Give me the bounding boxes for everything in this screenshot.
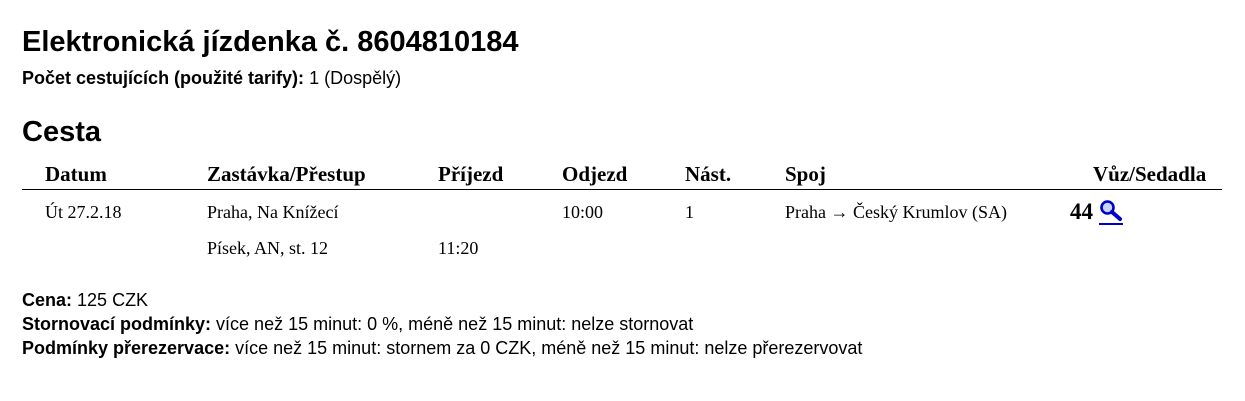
journey-table: Datum Zastávka/Přestup Příjezd Odjezd Ná… bbox=[22, 160, 1222, 266]
column-header-date: Datum bbox=[22, 160, 207, 190]
row-stop: Praha, Na Knížecí bbox=[207, 201, 339, 222]
row-platform: 1 bbox=[685, 201, 694, 222]
cancellation-value: více než 15 minut: 0 %, méně než 15 minu… bbox=[216, 314, 694, 334]
row-departure bbox=[562, 230, 685, 266]
price-value: 125 CZK bbox=[77, 290, 149, 310]
magnifier-icon[interactable] bbox=[1099, 199, 1123, 225]
column-header-arrival: Příjezd bbox=[438, 160, 562, 190]
journey-heading: Cesta bbox=[22, 116, 101, 148]
cancellation-line: Stornovací podmínky: více než 15 minut: … bbox=[22, 312, 862, 336]
row-connection bbox=[785, 230, 1070, 266]
price-line: Cena: 125 CZK bbox=[22, 288, 862, 312]
passenger-count-value: 1 (Dospělý) bbox=[309, 68, 402, 88]
cancellation-label: Stornovací podmínky: bbox=[22, 314, 212, 334]
passenger-count-label: Počet cestujících (použité tarify): bbox=[22, 68, 305, 88]
row-date bbox=[22, 230, 207, 266]
table-row: Út 27.2.18 Praha, Na Knížecí 10:00 1 Pra… bbox=[22, 190, 1222, 231]
row-seats: 44 bbox=[1070, 190, 1222, 231]
row-stop: Písek, AN, st. 12 bbox=[207, 237, 329, 258]
row-departure: 10:00 bbox=[562, 201, 604, 222]
table-row: Písek, AN, st. 12 11:20 bbox=[22, 230, 1222, 266]
row-platform bbox=[685, 230, 785, 266]
column-header-connection: Spoj bbox=[785, 160, 1070, 190]
ticket-summary: Cena: 125 CZK Stornovací podmínky: více … bbox=[22, 288, 862, 360]
price-label: Cena: bbox=[22, 290, 73, 310]
row-connection: Praha → Český Krumlov (SA) bbox=[785, 201, 1007, 222]
row-arrival bbox=[438, 190, 562, 231]
rebooking-line: Podmínky přerezervace: více než 15 minut… bbox=[22, 336, 862, 360]
column-header-seats: Vůz/Sedadla bbox=[1070, 160, 1222, 190]
row-arrival: 11:20 bbox=[438, 237, 479, 258]
rebooking-label: Podmínky přerezervace: bbox=[22, 338, 231, 358]
passenger-count: Počet cestujících (použité tarify): 1 (D… bbox=[22, 68, 401, 89]
seat-number: 44 bbox=[1070, 199, 1093, 224]
column-header-stop: Zastávka/Přestup bbox=[207, 160, 438, 190]
journey-header-row: Datum Zastávka/Přestup Příjezd Odjezd Ná… bbox=[22, 160, 1222, 190]
column-header-platform: Nást. bbox=[685, 160, 785, 190]
column-header-departure: Odjezd bbox=[562, 160, 685, 190]
row-date: Út 27.2.18 bbox=[45, 201, 122, 222]
ticket-title: Elektronická jízdenka č. 8604810184 bbox=[22, 26, 519, 58]
row-seats bbox=[1070, 230, 1222, 266]
rebooking-value: více než 15 minut: stornem za 0 CZK, mén… bbox=[235, 338, 863, 358]
